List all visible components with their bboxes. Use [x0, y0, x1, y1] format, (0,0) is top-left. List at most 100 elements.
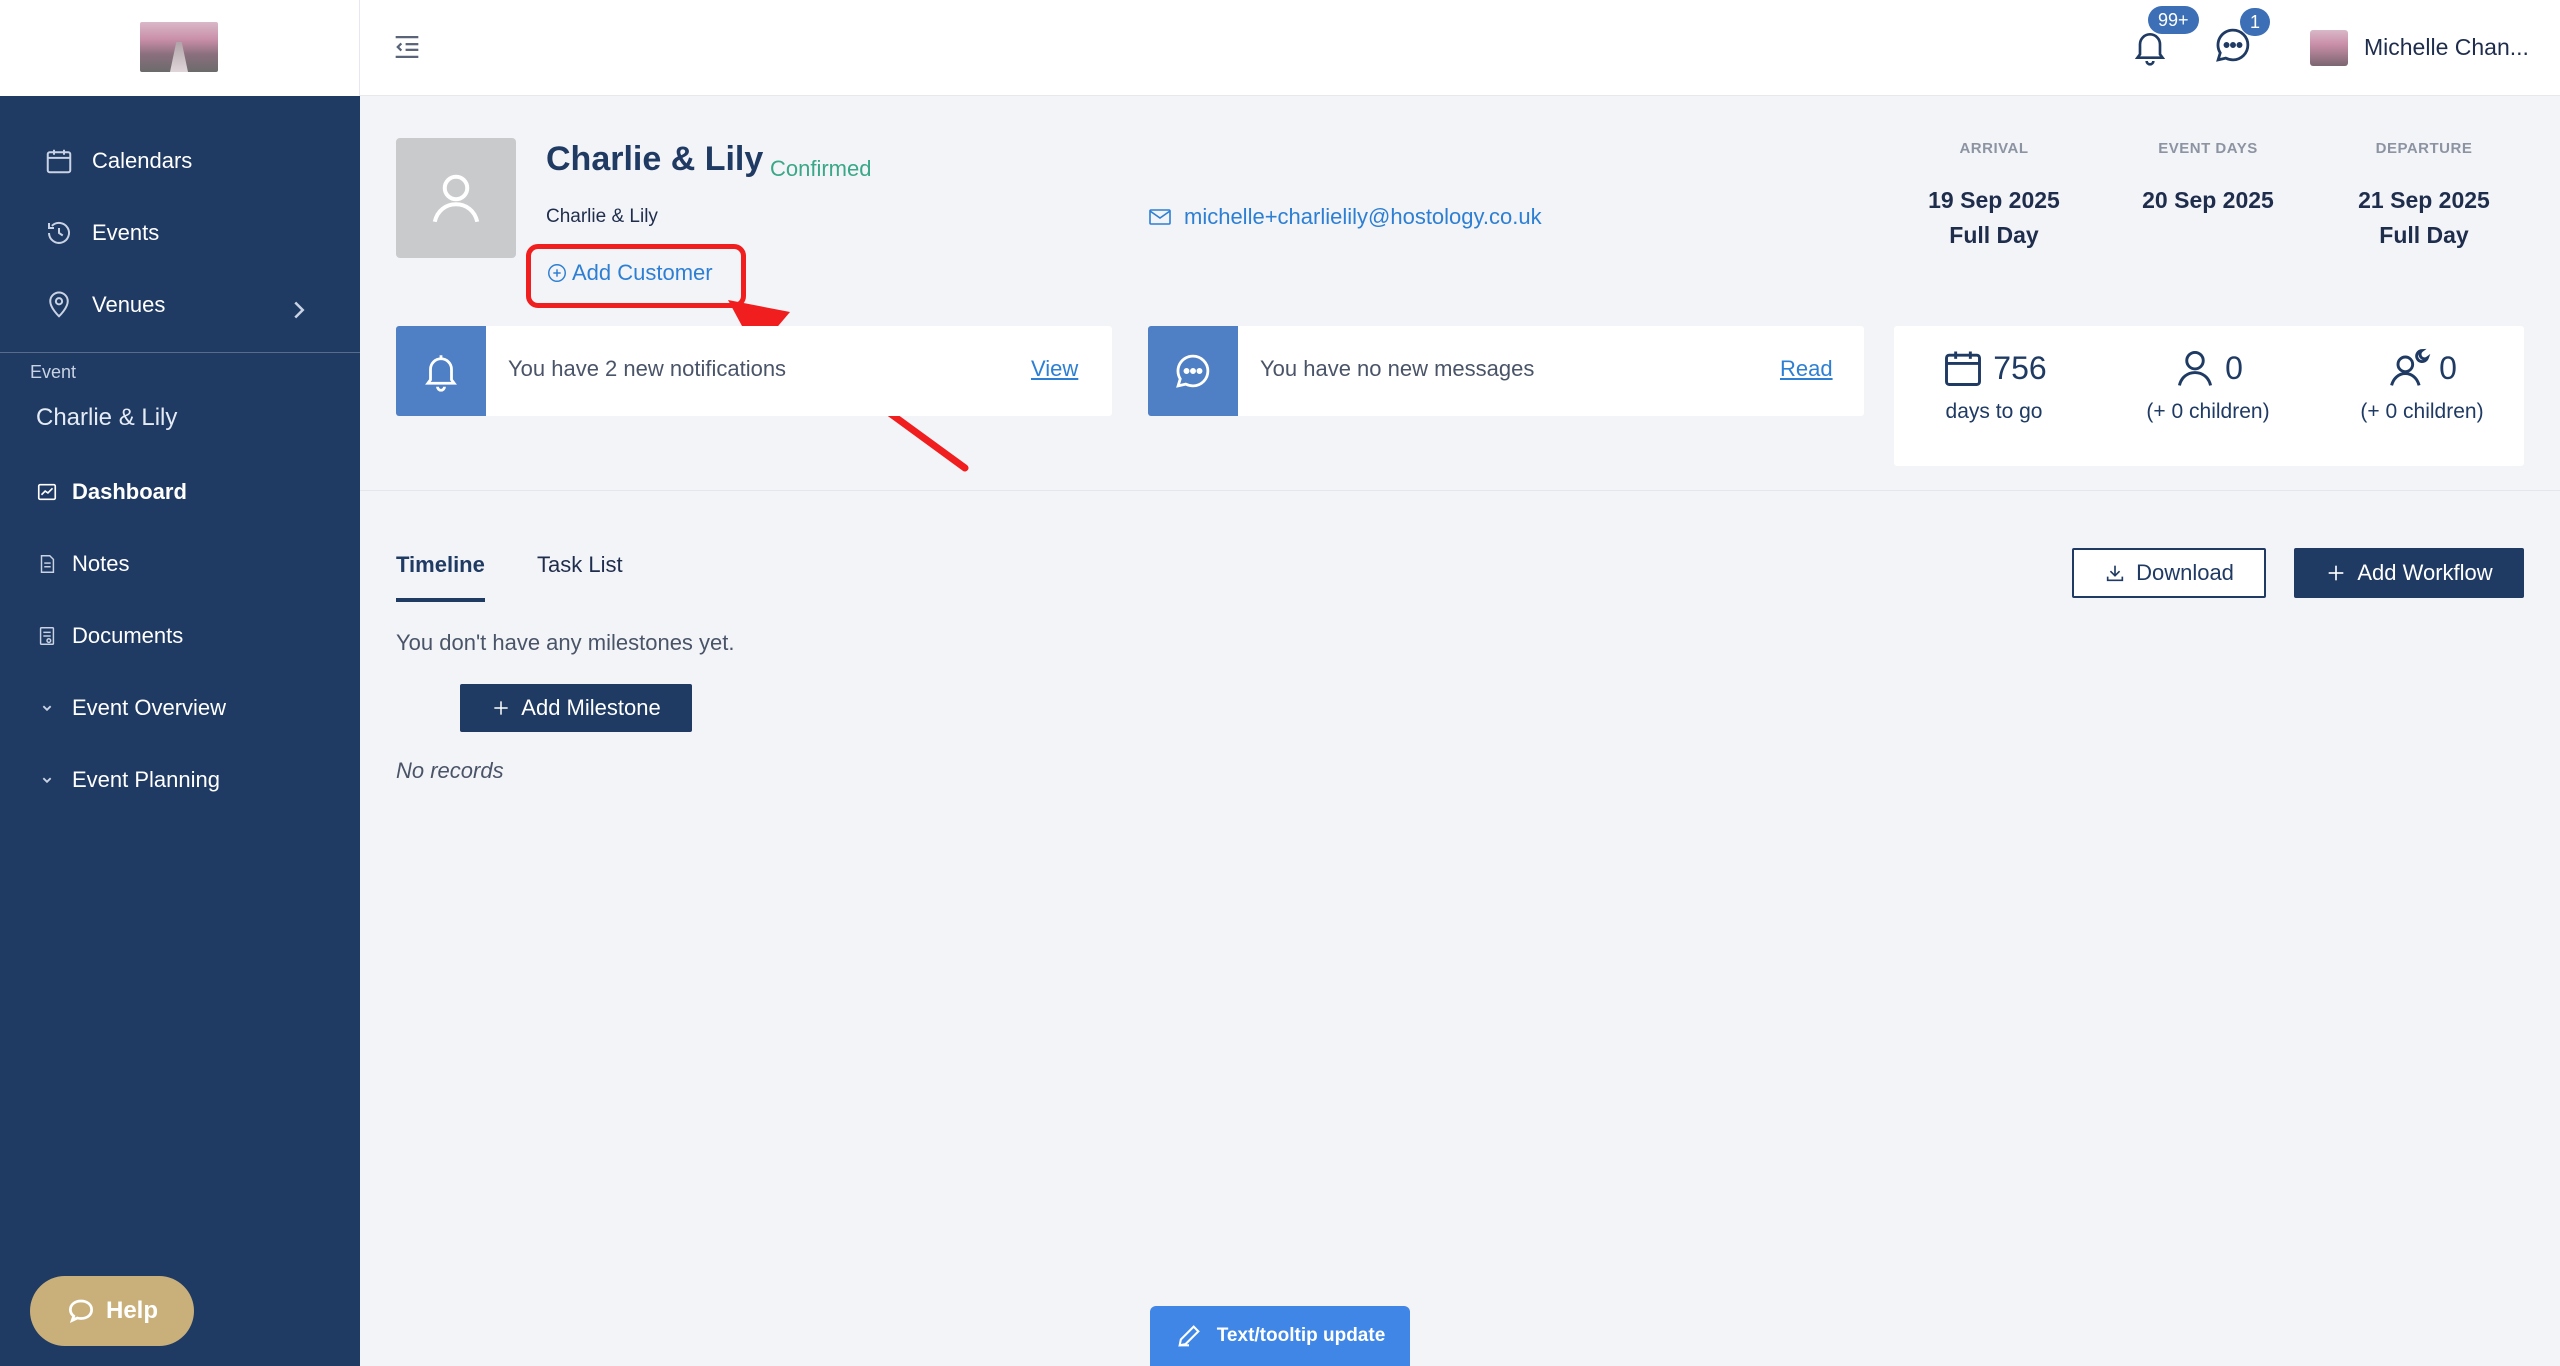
sidebar: Calendars Events Venues Event Charlie & …: [0, 0, 360, 1366]
chevron-down-icon: [42, 777, 52, 784]
date-sub: Full Day: [2379, 222, 2469, 248]
departure-date: DEPARTURE 21 Sep 2025 Full Day: [2324, 140, 2524, 249]
messages-card: You have no new messages Read: [1148, 326, 1864, 416]
help-button[interactable]: Help: [30, 1276, 194, 1346]
map-pin-icon: [49, 291, 69, 318]
date-value: 21 Sep 2025: [2358, 187, 2490, 213]
plus-icon: [494, 701, 508, 715]
stat-label: days to go: [1945, 400, 2043, 423]
messages-text: You have no new messages: [1260, 356, 1535, 381]
event-customer-name: Charlie & Lily: [546, 206, 658, 227]
add-milestone-button[interactable]: Add Milestone: [460, 684, 692, 732]
user-name[interactable]: Michelle Chan...: [2364, 34, 2529, 61]
sidebar-item-event-overview[interactable]: Event Overview: [0, 678, 360, 738]
card-icon-box: [1148, 326, 1238, 416]
event-days-date: EVENT DAYS 20 Sep 2025: [2108, 140, 2308, 222]
section-divider: [360, 490, 2560, 491]
chat-bubble-icon: [68, 1299, 93, 1323]
pencil-icon: [1178, 1325, 1200, 1347]
sidebar-item-label: Venues: [92, 292, 166, 317]
customer-avatar-placeholder: [396, 138, 516, 258]
sidebar-item-calendars[interactable]: Calendars: [0, 131, 360, 191]
stat-value: 0: [2439, 349, 2457, 386]
date-label: DEPARTURE: [2375, 140, 2473, 157]
event-email[interactable]: michelle+charlielily@hostology.co.uk: [1148, 204, 1542, 230]
stat-value: 0: [2225, 349, 2243, 386]
no-records-message: No records: [396, 758, 504, 783]
date-value: 20 Sep 2025: [2142, 187, 2274, 213]
plus-icon: [2329, 565, 2344, 581]
bell-icon: [425, 355, 457, 392]
event-stats-card: 756 days to go 0 (+ 0 children) 0 (+ 0 c…: [1894, 326, 2524, 466]
download-label: Download: [2136, 560, 2234, 585]
logo-area[interactable]: [0, 0, 360, 96]
sidebar-item-dashboard[interactable]: Dashboard: [0, 462, 360, 522]
overnight-guests-stat: 0 (+ 0 children): [2322, 346, 2522, 424]
clock-history-icon: [48, 221, 70, 244]
status-badge: Confirmed: [770, 156, 872, 181]
view-notifications-link[interactable]: View: [1031, 356, 1078, 382]
sidebar-item-documents[interactable]: Documents: [0, 606, 360, 666]
sidebar-item-notes[interactable]: Notes: [0, 534, 360, 594]
mail-icon: [1149, 209, 1171, 225]
date-value: 19 Sep 2025: [1928, 187, 2060, 213]
add-workflow-button[interactable]: Add Workflow: [2294, 548, 2524, 598]
plus-circle-icon: [548, 264, 566, 282]
sidebar-item-label: Dashboard: [72, 479, 187, 504]
sidebar-item-label: Events: [92, 220, 160, 245]
tab-task-list[interactable]: Task List: [537, 552, 623, 598]
milestones-empty-message: You don't have any milestones yet.: [396, 630, 735, 655]
sidebar-item-label: Documents: [72, 623, 184, 648]
tab-timeline[interactable]: Timeline: [396, 552, 485, 602]
chat-icon: [1176, 354, 1210, 388]
sidebar-item-event-planning[interactable]: Event Planning: [0, 750, 360, 810]
chevron-down-icon: [42, 705, 52, 712]
read-messages-link[interactable]: Read: [1780, 356, 1833, 382]
download-icon: [2106, 565, 2124, 582]
add-milestone-label: Add Milestone: [521, 695, 661, 720]
person-icon: [2178, 350, 2213, 386]
sidebar-section-label: Event: [30, 362, 77, 382]
card-icon-box: [396, 326, 486, 416]
note-icon: [40, 555, 55, 573]
sidebar-item-venues[interactable]: Venues: [0, 275, 360, 335]
download-button[interactable]: Download: [2072, 548, 2266, 598]
sidebar-item-events[interactable]: Events: [0, 203, 360, 263]
messages-badge: 1: [2240, 8, 2270, 36]
venue-logo: [140, 22, 218, 72]
avatar[interactable]: [2310, 30, 2348, 66]
add-customer-link[interactable]: Add Customer: [546, 260, 713, 286]
help-label: Help: [105, 1297, 158, 1324]
notifications-card: You have 2 new notifications View: [396, 326, 1112, 416]
arrival-date: ARRIVAL 19 Sep 2025 Full Day: [1894, 140, 2094, 249]
collapse-menu-icon[interactable]: [390, 30, 424, 64]
days-to-go-stat: 756 days to go: [1894, 346, 2094, 424]
sidebar-item-label: Event Overview: [72, 695, 227, 720]
tooltip-tab-label: Text/tooltip update: [1216, 1325, 1386, 1346]
stat-value: 756: [1993, 349, 2047, 386]
sidebar-event-name[interactable]: Charlie & Lily: [36, 404, 177, 432]
dashboard-icon: [37, 483, 57, 501]
text-tooltip-update-tab[interactable]: Text/tooltip update: [1150, 1306, 1410, 1366]
sidebar-item-label: Calendars: [92, 148, 193, 173]
date-sub: Full Day: [1949, 222, 2039, 248]
sidebar-divider: [0, 352, 360, 353]
sidebar-item-label: Notes: [72, 551, 130, 576]
email-address: michelle+charlielily@hostology.co.uk: [1184, 204, 1542, 229]
top-bar: 99+ 1 Michelle Chan...: [360, 0, 2560, 96]
notifications-text: You have 2 new notifications: [508, 356, 787, 381]
stat-label: (+ 0 children): [2146, 400, 2270, 423]
date-label: EVENT DAYS: [2158, 140, 2258, 157]
chevron-right-icon: [294, 301, 305, 319]
stat-label: (+ 0 children): [2360, 400, 2484, 423]
calendar-icon: [1945, 351, 1982, 386]
date-label: ARRIVAL: [1959, 140, 2029, 157]
add-customer-label: Add Customer: [572, 260, 713, 285]
add-workflow-label: Add Workflow: [2357, 560, 2493, 585]
sidebar-item-label: Event Planning: [72, 767, 220, 792]
calendar-icon: [46, 149, 72, 174]
page-title: Charlie & Lily: [546, 140, 764, 178]
guests-stat: 0 (+ 0 children): [2108, 346, 2308, 424]
person-icon: [432, 174, 480, 223]
person-night-icon: [2390, 348, 2431, 386]
